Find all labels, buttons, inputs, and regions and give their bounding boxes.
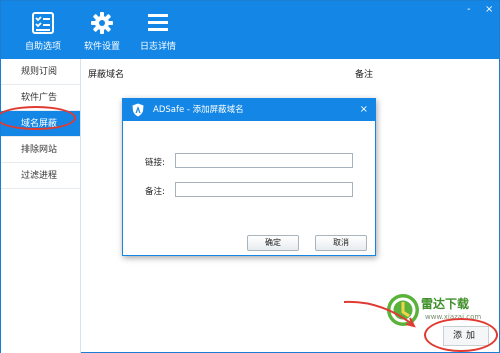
shield-icon [132,103,144,117]
link-input[interactable] [175,153,353,168]
annotation-circle-sidebar [0,106,76,130]
watermark-name: 雷达下载 [421,297,470,311]
toolbar-log-button[interactable]: 日志详情 [118,7,198,55]
annotation-circle-add [424,318,498,352]
gear-icon [91,12,113,34]
add-domain-dialog: ADSafe - 添加屏蔽域名 × 链接: 备注: 确定 取消 [122,98,376,256]
column-header-domain: 屏蔽域名 [88,70,125,80]
note-input[interactable] [175,182,353,197]
sidebar-item-exclude-sites[interactable]: 排除网站 [1,137,80,163]
note-label: 备注: [145,187,165,197]
sidebar: 规则订阅 软件广告 域名屏蔽 排除网站 过滤进程 [1,59,81,353]
checklist-icon [32,12,54,34]
ok-button[interactable]: 确定 [247,235,299,251]
cancel-button[interactable]: 取消 [315,235,367,251]
annotation-arrow [343,300,416,328]
sidebar-item-rule-subscription[interactable]: 规则订阅 [1,59,80,85]
link-label: 链接: [145,158,165,168]
window-close-button[interactable]: × [485,4,493,16]
dialog-titlebar: ADSafe - 添加屏蔽域名 × [123,99,375,121]
dialog-close-button[interactable]: × [360,99,368,121]
minimize-button[interactable]: - [467,4,471,16]
sidebar-item-filter-process[interactable]: 过滤进程 [1,163,80,189]
dialog-title: ADSafe - 添加屏蔽域名 [153,105,244,115]
toolbar-label: 日志详情 [139,42,176,52]
log-list-icon [148,14,168,31]
top-toolbar: 自助选项 软件设置 日志详情 - × [1,1,499,59]
column-header-note: 备注 [355,70,374,80]
